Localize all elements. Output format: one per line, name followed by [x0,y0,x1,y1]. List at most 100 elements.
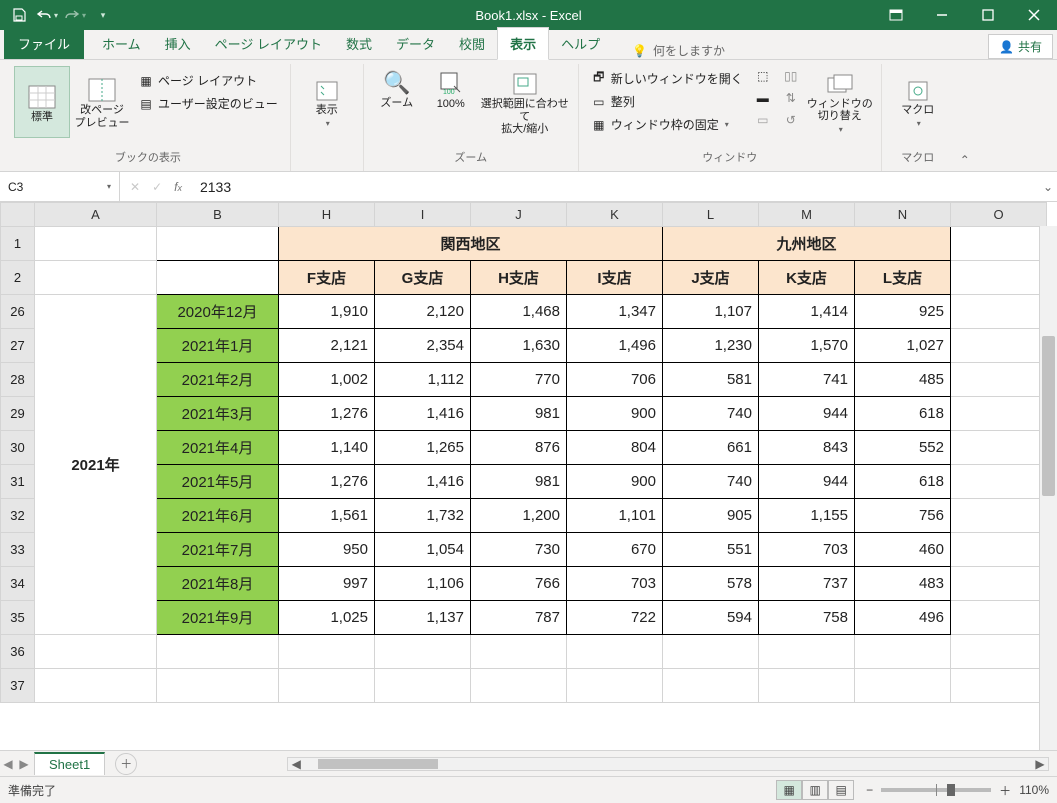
cancel-icon[interactable]: ✕ [130,180,140,194]
data-cell[interactable]: 843 [759,431,855,465]
data-cell[interactable]: 997 [279,567,375,601]
view-normal-button[interactable]: 標準 [14,66,70,138]
col-L[interactable]: L [663,203,759,227]
view-custom-button[interactable]: ▤ユーザー設定のビュー [134,93,282,114]
data-cell[interactable]: 981 [471,397,567,431]
data-cell[interactable]: 1,630 [471,329,567,363]
zoom-button[interactable]: 🔍ズーム [372,66,422,110]
data-cell[interactable]: 578 [663,567,759,601]
enter-icon[interactable]: ✓ [152,180,162,194]
zoom-out-icon[interactable]: − [866,783,873,797]
data-cell[interactable]: 722 [567,601,663,635]
data-cell[interactable]: 900 [567,465,663,499]
region-kyushu[interactable]: 九州地区 [663,227,951,261]
data-cell[interactable]: 1,276 [279,397,375,431]
column-header-row[interactable]: A B H I J K L M N O [1,203,1047,227]
data-cell[interactable]: 1,416 [375,465,471,499]
select-all[interactable] [1,203,35,227]
zoom-level[interactable]: 110% [1019,783,1049,797]
row-header[interactable]: 29 [1,397,35,431]
close-icon[interactable] [1011,0,1057,30]
worksheet-grid[interactable]: A B H I J K L M N O 1 関西地区 九州地区 2 F支店 G支… [0,202,1057,750]
row-header[interactable]: 2 [1,261,35,295]
maximize-icon[interactable] [965,0,1011,30]
share-button[interactable]: 👤共有 [988,34,1053,59]
month-cell[interactable]: 2021年1月 [157,329,279,363]
tab-review[interactable]: 校閲 [447,28,497,59]
data-cell[interactable]: 706 [567,363,663,397]
data-cell[interactable]: 905 [663,499,759,533]
tab-data[interactable]: データ [384,28,447,59]
data-cell[interactable]: 1,112 [375,363,471,397]
name-box[interactable]: C3▾ [0,172,120,201]
month-cell[interactable]: 2021年2月 [157,363,279,397]
qat-customize-icon[interactable]: ▾ [90,2,116,28]
row-header[interactable]: 37 [1,669,35,703]
sheet-tab[interactable]: Sheet1 [34,752,105,775]
side-by-side-icon[interactable]: ▯▯ [783,68,799,84]
data-cell[interactable]: 981 [471,465,567,499]
data-cell[interactable]: 1,910 [279,295,375,329]
data-cell[interactable]: 1,025 [279,601,375,635]
data-cell[interactable]: 1,414 [759,295,855,329]
view-page-layout-button[interactable]: ▦ページ レイアウト [134,70,282,91]
month-cell[interactable]: 2021年3月 [157,397,279,431]
data-cell[interactable]: 741 [759,363,855,397]
data-cell[interactable]: 552 [855,431,951,465]
vertical-scrollbar[interactable] [1039,226,1057,750]
data-cell[interactable]: 758 [759,601,855,635]
year-label[interactable]: 2021年 [35,295,157,635]
data-cell[interactable]: 1,137 [375,601,471,635]
show-button[interactable]: 表示▾ [299,66,355,138]
data-cell[interactable]: 756 [855,499,951,533]
tab-view[interactable]: 表示 [497,27,549,60]
data-cell[interactable]: 1,027 [855,329,951,363]
row-header[interactable]: 34 [1,567,35,601]
reset-pos-icon[interactable]: ↺ [783,112,799,128]
view-page-icon[interactable]: ▥ [802,780,828,800]
data-cell[interactable]: 2,120 [375,295,471,329]
data-cell[interactable]: 670 [567,533,663,567]
col-N[interactable]: N [855,203,951,227]
data-cell[interactable]: 483 [855,567,951,601]
col-K[interactable]: K [567,203,663,227]
region-kansai[interactable]: 関西地区 [279,227,663,261]
tab-formulas[interactable]: 数式 [334,28,384,59]
ribbon-options-icon[interactable] [873,0,919,30]
view-break-icon[interactable]: ▤ [828,780,854,800]
data-cell[interactable]: 1,732 [375,499,471,533]
data-cell[interactable]: 944 [759,465,855,499]
tab-file[interactable]: ファイル [4,28,84,59]
data-cell[interactable]: 1,468 [471,295,567,329]
month-cell[interactable]: 2021年8月 [157,567,279,601]
data-cell[interactable]: 618 [855,465,951,499]
data-cell[interactable]: 460 [855,533,951,567]
month-cell[interactable]: 2021年7月 [157,533,279,567]
next-sheet-icon[interactable]: ▶ [16,757,32,771]
data-cell[interactable]: 787 [471,601,567,635]
month-cell[interactable]: 2021年5月 [157,465,279,499]
expand-formula-icon[interactable]: ⌄ [1039,180,1057,194]
data-cell[interactable]: 1,155 [759,499,855,533]
data-cell[interactable]: 1,265 [375,431,471,465]
row-header[interactable]: 35 [1,601,35,635]
row-header[interactable]: 28 [1,363,35,397]
data-cell[interactable]: 485 [855,363,951,397]
data-cell[interactable]: 730 [471,533,567,567]
month-cell[interactable]: 2020年12月 [157,295,279,329]
split-icon[interactable]: ⬚ [755,68,771,84]
data-cell[interactable]: 496 [855,601,951,635]
month-cell[interactable]: 2021年4月 [157,431,279,465]
data-cell[interactable]: 2,121 [279,329,375,363]
data-cell[interactable]: 876 [471,431,567,465]
row-header[interactable]: 36 [1,635,35,669]
sync-scroll-icon[interactable]: ⇅ [783,90,799,106]
data-cell[interactable]: 618 [855,397,951,431]
tab-help[interactable]: ヘルプ [549,28,612,59]
data-cell[interactable]: 581 [663,363,759,397]
redo-icon[interactable]: ▾ [62,2,88,28]
horizontal-scrollbar[interactable]: ◀▶ [287,757,1049,771]
data-cell[interactable]: 1,140 [279,431,375,465]
data-cell[interactable]: 950 [279,533,375,567]
row-header[interactable]: 30 [1,431,35,465]
